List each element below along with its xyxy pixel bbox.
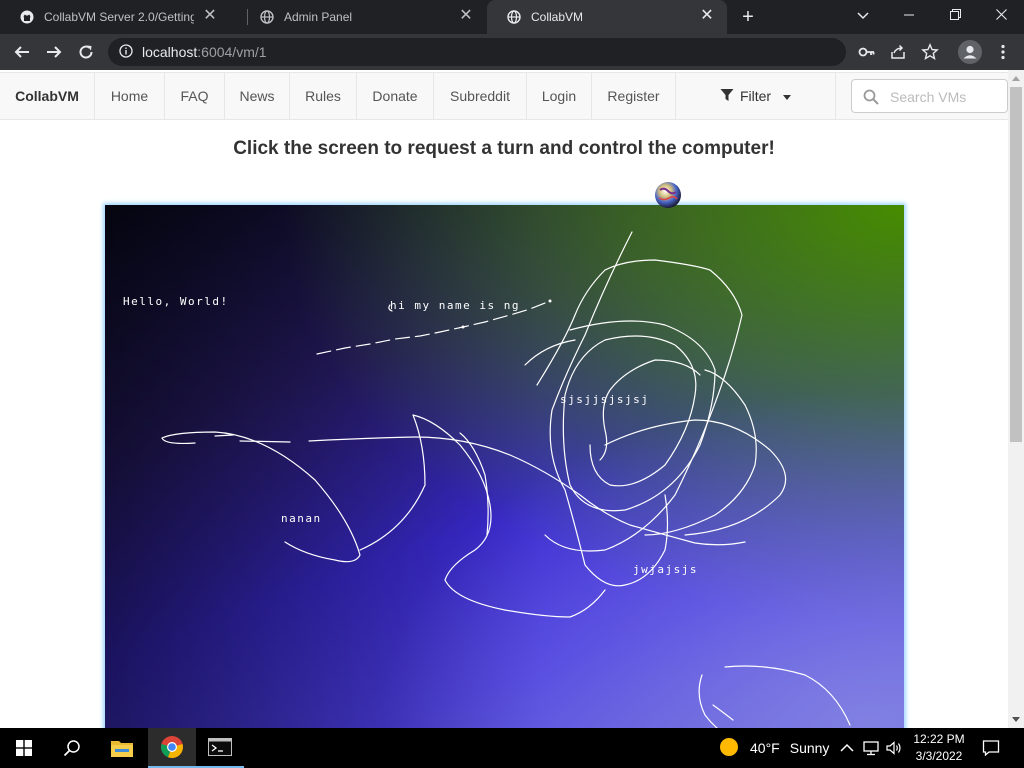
- volume-icon[interactable]: [885, 739, 903, 757]
- key-icon[interactable]: [858, 43, 876, 61]
- network-icon[interactable]: [862, 739, 880, 757]
- globe-icon: [260, 10, 274, 24]
- vm-text-name: hi my name is ng: [390, 299, 520, 312]
- tab-title: CollabVM: [531, 10, 584, 24]
- windows-taskbar: 40°F Sunny 12:22 PM 3/3/2022: [0, 728, 1024, 768]
- nav-login[interactable]: Login: [527, 73, 592, 119]
- globe-icon: [507, 10, 521, 24]
- filter-label: Filter: [739, 88, 772, 104]
- nav-news[interactable]: News: [225, 73, 290, 119]
- site-info-icon[interactable]: [119, 44, 133, 58]
- url-host: localhost: [142, 44, 198, 60]
- scroll-down-arrow-icon[interactable]: [1012, 717, 1020, 722]
- nav-donate[interactable]: Donate: [357, 73, 434, 119]
- back-arrow-icon[interactable]: [10, 40, 34, 64]
- vm-display[interactable]: Hello, World! hi my name is ng sjsjjsjsj…: [105, 205, 904, 728]
- scroll-thumb[interactable]: [1010, 87, 1022, 442]
- minimize-icon[interactable]: [886, 0, 932, 30]
- system-clock[interactable]: 12:22 PM 3/3/2022: [905, 731, 973, 765]
- tab-title: Admin Panel: [284, 10, 353, 24]
- browser-tab-strip: CollabVM Server 2.0/Getting Star ✕ Admin…: [0, 0, 1024, 34]
- nav-home[interactable]: Home: [95, 73, 165, 119]
- tab-getting-started[interactable]: CollabVM Server 2.0/Getting Star ✕: [0, 0, 230, 34]
- search-vms-input[interactable]: [888, 86, 1004, 108]
- vm-text-jwj: jwjajsjs: [633, 563, 698, 576]
- address-bar[interactable]: localhost:6004/vm/1: [108, 38, 846, 66]
- url-path: :6004/vm/1: [197, 44, 267, 60]
- scroll-up-arrow-icon[interactable]: [1012, 76, 1020, 81]
- weather-temperature: 40°F: [750, 740, 780, 756]
- page-scrollbar[interactable]: [1008, 70, 1024, 728]
- nav-subreddit[interactable]: Subreddit: [434, 73, 527, 119]
- tab-title: CollabVM Server 2.0/Getting Star: [44, 10, 194, 24]
- clock-time: 12:22 PM: [913, 732, 965, 746]
- chrome-menu-icon[interactable]: [994, 43, 1012, 61]
- navbar-brand[interactable]: CollabVM: [0, 73, 95, 119]
- weather-widget[interactable]: 40°F Sunny: [718, 728, 829, 768]
- close-icon[interactable]: ✕: [458, 8, 474, 24]
- vm-text-nanan: nanan: [281, 512, 322, 525]
- nav-register[interactable]: Register: [592, 73, 676, 119]
- reload-icon[interactable]: [74, 40, 98, 64]
- turn-instructions-heading: Click the screen to request a turn and c…: [233, 138, 775, 159]
- remote-cursor-icon: [652, 180, 684, 212]
- file-explorer-icon[interactable]: [98, 728, 146, 768]
- vm-text-sjs: sjsjjsjsjsj: [560, 393, 650, 406]
- tab-admin-panel[interactable]: Admin Panel ✕: [240, 0, 486, 34]
- nav-rules[interactable]: Rules: [290, 73, 357, 119]
- bookmark-star-icon[interactable]: [921, 43, 939, 61]
- search-icon[interactable]: [48, 728, 96, 768]
- restore-icon[interactable]: [932, 0, 978, 30]
- search-vms-box[interactable]: [851, 79, 1008, 113]
- sun-icon: [718, 736, 740, 761]
- profile-avatar-icon[interactable]: [958, 40, 982, 64]
- chrome-taskbar-icon[interactable]: [148, 728, 196, 768]
- filter-dropdown[interactable]: Filter: [676, 73, 836, 119]
- nav-faq[interactable]: FAQ: [165, 73, 225, 119]
- close-icon[interactable]: ✕: [699, 8, 715, 24]
- github-icon: [20, 10, 34, 24]
- forward-arrow-icon[interactable]: [42, 40, 66, 64]
- windows-start-icon[interactable]: [0, 728, 48, 768]
- page-content: CollabVM Home FAQ News Rules Donate Subr…: [0, 70, 1008, 728]
- notifications-icon[interactable]: [982, 739, 1000, 757]
- tab-collabvm[interactable]: CollabVM ✕: [487, 0, 727, 34]
- caret-down-icon: [783, 94, 792, 100]
- terminal-icon[interactable]: [196, 728, 244, 768]
- search-icon: [863, 89, 879, 105]
- tab-search-chevron-icon[interactable]: [840, 0, 886, 30]
- weather-condition: Sunny: [789, 740, 830, 756]
- vm-text-hello: Hello, World!: [123, 295, 229, 308]
- new-tab-button[interactable]: +: [736, 5, 760, 29]
- url-text: localhost:6004/vm/1: [142, 44, 267, 60]
- vm-drawing-scribbles: [161, 231, 851, 728]
- show-hidden-icons-chevron-icon[interactable]: [838, 739, 856, 757]
- share-icon[interactable]: [889, 43, 907, 61]
- browser-toolbar: localhost:6004/vm/1: [0, 34, 1024, 70]
- filter-funnel-icon: [720, 74, 734, 120]
- close-icon[interactable]: ✕: [202, 8, 218, 24]
- site-navbar: CollabVM Home FAQ News Rules Donate Subr…: [0, 72, 1008, 120]
- clock-date: 3/3/2022: [915, 749, 963, 763]
- close-window-icon[interactable]: [978, 0, 1024, 30]
